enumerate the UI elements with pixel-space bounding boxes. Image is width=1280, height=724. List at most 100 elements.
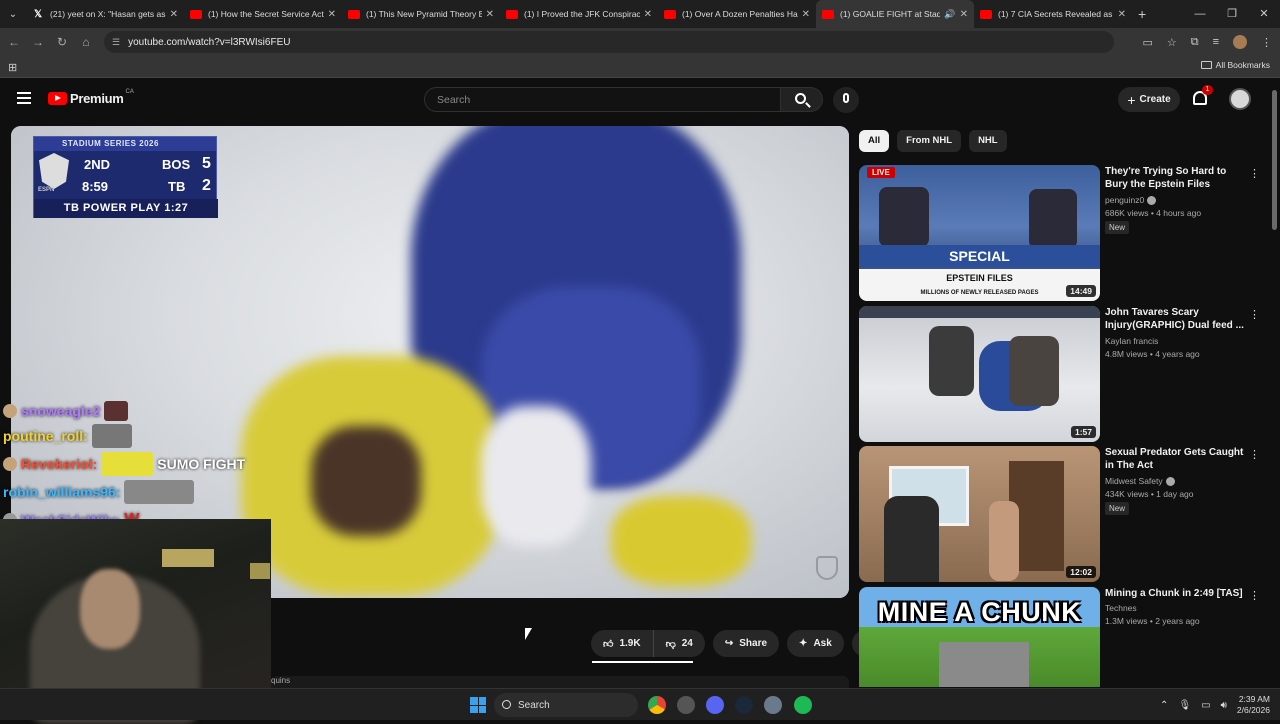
channel-name[interactable]: Technes bbox=[1105, 603, 1137, 613]
account-avatar[interactable] bbox=[1229, 88, 1251, 110]
video-title[interactable]: John Tavares Scary Injury(GRAPHIC) Dual … bbox=[1105, 306, 1245, 332]
search-button[interactable] bbox=[781, 87, 823, 112]
browser-menu-icon[interactable]: ⋮ bbox=[1261, 36, 1272, 49]
video-thumbnail[interactable]: 12:02 bbox=[859, 446, 1100, 582]
voice-search-button[interactable] bbox=[833, 87, 859, 113]
all-bookmarks-button[interactable]: All Bookmarks bbox=[1200, 60, 1270, 70]
hamburger-menu-icon[interactable] bbox=[17, 92, 31, 104]
apps-grid-icon[interactable]: ⊞ bbox=[8, 61, 17, 74]
video-thumbnail[interactable]: MINE A CHUNK bbox=[859, 587, 1100, 687]
tab-close-icon[interactable]: ✕ bbox=[486, 9, 494, 20]
video-thumbnail[interactable]: SPECIAL EPSTEIN FILES MILLIONS OF NEWLY … bbox=[859, 165, 1100, 301]
search-icon bbox=[795, 93, 806, 104]
restore-icon[interactable]: ❐ bbox=[1216, 0, 1248, 28]
thumbs-up-icon: 👍︎ bbox=[603, 638, 614, 650]
chat-username: snoweagle2 bbox=[21, 403, 101, 419]
recommended-video[interactable]: MINE A CHUNK Mining a Chunk in 2:49 [TAS… bbox=[859, 587, 1264, 687]
folder-icon bbox=[1200, 61, 1212, 69]
forward-arrow-icon[interactable]: → bbox=[26, 35, 50, 49]
like-button[interactable]: 👍︎ 1.9K bbox=[591, 630, 654, 657]
tab-search-icon[interactable]: ⌄ bbox=[0, 0, 26, 28]
tab-close-icon[interactable]: ✕ bbox=[328, 9, 336, 20]
taskbar-clock[interactable]: 2:39 AM 2/6/2026 bbox=[1237, 694, 1270, 716]
channel-name[interactable]: Midwest Safety bbox=[1105, 476, 1175, 486]
spotify-icon[interactable] bbox=[794, 696, 812, 714]
recommended-video[interactable]: 1:57 John Tavares Scary Injury(GRAPHIC) … bbox=[859, 306, 1264, 442]
share-button[interactable]: ↪ Share bbox=[712, 630, 780, 657]
bookmark-star-icon[interactable]: ☆ bbox=[1167, 36, 1177, 49]
channel-name[interactable]: penguinz0 bbox=[1105, 195, 1157, 205]
browser-tab[interactable]: (1) I Proved the JFK Conspiracy ✕ bbox=[500, 0, 658, 28]
extensions-icon[interactable]: ⧉ bbox=[1191, 36, 1199, 49]
chip-nhl[interactable]: NHL bbox=[969, 130, 1007, 152]
browser-tab-active[interactable]: (1) GOALIE FIGHT at Stadiu 🔊 ✕ bbox=[816, 0, 974, 28]
steam-icon[interactable] bbox=[735, 696, 753, 714]
webcam-background-light bbox=[250, 563, 270, 579]
browser-toolbar: ← → ↻ ⌂ ☰ youtube.com/watch?v=l3RWIsi6FE… bbox=[0, 28, 1280, 56]
browser-tab[interactable]: (1) This New Pyramid Theory E ✕ bbox=[342, 0, 500, 28]
search-input[interactable]: Search bbox=[424, 87, 781, 112]
chip-all[interactable]: All bbox=[859, 130, 890, 152]
clock-time: 2:39 AM bbox=[1238, 694, 1270, 704]
media-controls-icon[interactable]: ≡ bbox=[1213, 36, 1219, 48]
page-scrollbar[interactable] bbox=[1271, 84, 1278, 684]
scrollbar-thumb[interactable] bbox=[1272, 90, 1277, 230]
window-controls: — ❐ ✕ bbox=[1184, 0, 1280, 28]
ask-button[interactable]: ✦ Ask bbox=[787, 630, 844, 657]
video-duration: 1:57 bbox=[1070, 426, 1096, 438]
video-thumbnail[interactable]: 1:57 bbox=[859, 306, 1100, 442]
more-options-icon[interactable]: ⋮ bbox=[1249, 167, 1260, 180]
more-options-icon[interactable]: ⋮ bbox=[1249, 448, 1260, 461]
minimize-icon[interactable]: — bbox=[1184, 0, 1216, 28]
video-title[interactable]: Sexual Predator Gets Caught in The Act bbox=[1105, 446, 1245, 472]
chat-badge-icon bbox=[3, 457, 17, 471]
thumb-ticker: EPSTEIN FILES MILLIONS OF NEWLY RELEASED… bbox=[859, 269, 1100, 301]
back-arrow-icon[interactable]: ← bbox=[2, 35, 26, 49]
network-icon[interactable]: ▭ bbox=[1201, 700, 1210, 711]
video-title[interactable]: Mining a Chunk in 2:49 [TAS] bbox=[1105, 587, 1245, 600]
home-icon[interactable]: ⌂ bbox=[74, 35, 98, 49]
video-title[interactable]: They're Trying So Hard to Bury the Epste… bbox=[1105, 165, 1245, 191]
browser-tab[interactable]: 𝕏 (21) yeet on X: "Hasan gets ask ✕ bbox=[26, 0, 184, 28]
reload-icon[interactable]: ↻ bbox=[50, 35, 74, 49]
tab-close-icon[interactable]: ✕ bbox=[644, 9, 652, 20]
tab-close-icon[interactable]: ✕ bbox=[960, 9, 968, 20]
more-options-icon[interactable]: ⋮ bbox=[1249, 308, 1260, 321]
recommended-video[interactable]: 12:02 Sexual Predator Gets Caught in The… bbox=[859, 446, 1264, 582]
description-box[interactable]: quins bbox=[271, 676, 849, 688]
taskbar-search[interactable]: Search bbox=[494, 693, 638, 717]
microphone-icon[interactable]: 🎙︎ bbox=[1178, 700, 1191, 711]
cast-icon[interactable]: ▭ bbox=[1142, 36, 1152, 49]
browser-tab[interactable]: (1) 7 CIA Secrets Revealed as J ✕ bbox=[974, 0, 1132, 28]
thumb-banner: SPECIAL bbox=[859, 245, 1100, 267]
mouse-cursor-icon bbox=[525, 628, 532, 640]
site-info-icon[interactable]: ☰ bbox=[112, 37, 120, 48]
discord-icon[interactable] bbox=[706, 696, 724, 714]
taskbar-search-label: Search bbox=[518, 699, 550, 711]
chip-from-nhl[interactable]: From NHL bbox=[897, 130, 962, 152]
windows-start-icon[interactable] bbox=[470, 697, 486, 713]
bookmarks-bar: ⊞ All Bookmarks bbox=[0, 56, 1280, 78]
channel-label: penguinz0 bbox=[1105, 195, 1145, 205]
chrome-icon[interactable] bbox=[648, 696, 666, 714]
recommended-video[interactable]: SPECIAL EPSTEIN FILES MILLIONS OF NEWLY … bbox=[859, 165, 1264, 301]
dislike-button[interactable]: 👎︎ 24 bbox=[653, 630, 705, 657]
profile-avatar[interactable] bbox=[1233, 35, 1247, 49]
tray-chevron-icon[interactable]: ⌃ bbox=[1160, 700, 1168, 711]
app-icon[interactable] bbox=[677, 696, 695, 714]
new-tab-plus-icon[interactable]: + bbox=[1138, 6, 1146, 22]
more-options-icon[interactable]: ⋮ bbox=[1249, 589, 1260, 602]
channel-name[interactable]: Kaylan francis bbox=[1105, 336, 1158, 346]
youtube-logo[interactable]: Premium CA bbox=[48, 89, 134, 106]
tab-close-icon[interactable]: ✕ bbox=[170, 9, 178, 20]
browser-tab[interactable]: (1) How the Secret Service Actu ✕ bbox=[184, 0, 342, 28]
settings-gear-icon[interactable] bbox=[764, 696, 782, 714]
close-window-icon[interactable]: ✕ bbox=[1248, 0, 1280, 28]
tab-close-icon[interactable]: ✕ bbox=[1118, 9, 1126, 20]
create-button[interactable]: + Create bbox=[1118, 87, 1180, 112]
browser-tab[interactable]: (1) Over A Dozen Penalties Han ✕ bbox=[658, 0, 816, 28]
tab-close-icon[interactable]: ✕ bbox=[802, 9, 810, 20]
speaker-icon[interactable]: 🔊 bbox=[944, 9, 955, 20]
volume-icon[interactable]: 🔊︎ bbox=[1221, 700, 1227, 711]
address-bar[interactable]: ☰ youtube.com/watch?v=l3RWIsi6FEU bbox=[104, 31, 1114, 53]
